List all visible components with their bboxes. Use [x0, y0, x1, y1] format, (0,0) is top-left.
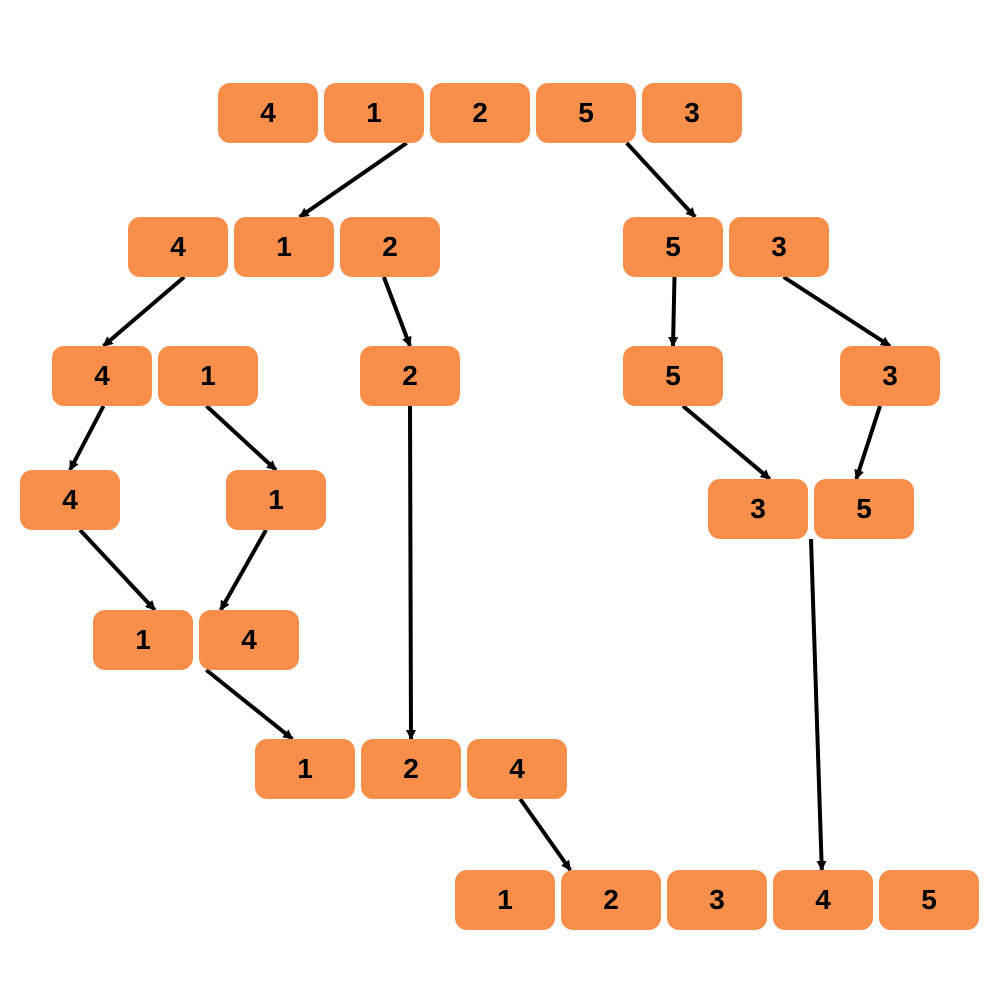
array-cell: 1 [234, 217, 334, 277]
arrow [627, 143, 695, 217]
array-cell: 5 [536, 83, 636, 143]
arrow [104, 277, 185, 346]
array-cell: 2 [561, 870, 661, 930]
array-cell: 4 [773, 870, 873, 930]
array-cell: 2 [340, 217, 440, 277]
array-cell: 4 [128, 217, 228, 277]
array-node-RL: 5 [623, 346, 723, 406]
array-cell: 5 [623, 346, 723, 406]
array-node-root: 41253 [218, 83, 742, 143]
array-cell: 5 [879, 870, 979, 930]
array-node-LLL: 4 [20, 470, 120, 530]
array-cell: 1 [158, 346, 258, 406]
arrow [410, 406, 411, 739]
array-cell: 4 [199, 610, 299, 670]
array-node-final: 12345 [455, 870, 979, 930]
array-node-Lmerge: 124 [255, 739, 567, 799]
array-cell: 1 [324, 83, 424, 143]
arrow [811, 539, 822, 870]
array-cell: 4 [52, 346, 152, 406]
array-node-LLR: 1 [226, 470, 326, 530]
array-cell: 1 [226, 470, 326, 530]
array-cell: 3 [667, 870, 767, 930]
arrow [384, 277, 410, 346]
array-node-Rm: 35 [708, 479, 914, 539]
arrow [80, 530, 155, 610]
array-cell: 3 [840, 346, 940, 406]
array-node-L: 412 [128, 217, 440, 277]
array-cell: 3 [642, 83, 742, 143]
array-cell: 2 [430, 83, 530, 143]
array-node-LR: 2 [360, 346, 460, 406]
arrow [70, 406, 104, 470]
array-cell: 1 [255, 739, 355, 799]
array-cell: 4 [20, 470, 120, 530]
array-cell: 1 [455, 870, 555, 930]
arrow [856, 406, 880, 479]
merge-sort-diagram: 41253412534125341143512412345 [0, 0, 1000, 1000]
array-cell: 2 [360, 346, 460, 406]
arrow [221, 530, 266, 610]
array-cell: 5 [814, 479, 914, 539]
array-node-LLm: 14 [93, 610, 299, 670]
arrow [207, 406, 277, 470]
array-node-RR: 3 [840, 346, 940, 406]
array-cell: 3 [708, 479, 808, 539]
arrow [300, 143, 407, 217]
array-node-R: 53 [623, 217, 829, 277]
array-cell: 1 [93, 610, 193, 670]
array-cell: 4 [218, 83, 318, 143]
array-node-LL: 41 [52, 346, 258, 406]
arrow [673, 277, 675, 346]
array-cell: 4 [467, 739, 567, 799]
array-cell: 2 [361, 739, 461, 799]
array-cell: 3 [729, 217, 829, 277]
arrow [784, 277, 890, 346]
arrow [206, 670, 292, 739]
arrow [683, 406, 770, 479]
arrow [520, 799, 570, 870]
array-cell: 5 [623, 217, 723, 277]
